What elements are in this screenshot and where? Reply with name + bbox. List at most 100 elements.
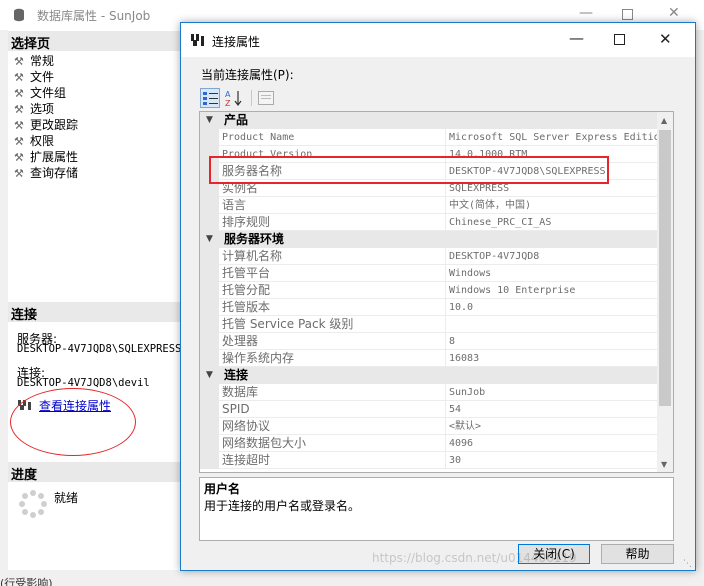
property-row[interactable]: 托管平台 Windows: [200, 265, 658, 282]
sort-az-icon: A Z: [225, 90, 242, 107]
scroll-up-arrow-icon[interactable]: ▲: [661, 116, 667, 125]
property-name: 排序规则: [222, 214, 446, 231]
property-row[interactable]: 语言 中文(简体，中国): [200, 197, 658, 214]
category-row[interactable]: ▼ 连接: [200, 367, 658, 384]
property-row[interactable]: 连接超时 30: [200, 452, 658, 469]
row-gutter: [200, 435, 219, 452]
property-row[interactable]: 排序规则 Chinese_PRC_CI_AS: [200, 214, 658, 231]
collapse-icon[interactable]: ▼: [206, 112, 213, 129]
property-row[interactable]: 网络数据包大小 4096: [200, 435, 658, 452]
property-row[interactable]: 托管 Service Pack 级别: [200, 316, 658, 333]
result-fragment: (行受影响): [0, 577, 53, 586]
dialog-close-button[interactable]: ✕: [659, 30, 672, 48]
progress-header: 进度: [8, 462, 183, 483]
property-value: DESKTOP-4V7JQD8: [449, 251, 540, 262]
property-value: 8: [449, 336, 456, 347]
property-name: 操作系统内存: [222, 350, 446, 367]
alphabetical-button[interactable]: A Z: [224, 88, 244, 108]
property-value: Windows 10 Enterprise: [449, 285, 576, 296]
scroll-down-arrow-icon[interactable]: ▼: [661, 460, 667, 469]
connection-properties-dialog: 连接属性 — ✕ 当前连接属性(P): A Z ▼ 产品 Product Name M…: [180, 22, 696, 571]
property-grid-scrollbar[interactable]: ▲ ▼: [657, 112, 673, 472]
property-value: 54: [449, 404, 462, 415]
annotation-rectangle: [209, 156, 609, 184]
dialog-minimize-button[interactable]: —: [569, 29, 584, 47]
property-row[interactable]: 处理器 8: [200, 333, 658, 350]
row-gutter: [200, 248, 219, 265]
property-row[interactable]: SPID 54: [200, 401, 658, 418]
help-button[interactable]: 帮助: [601, 544, 674, 564]
property-value: <默认>: [449, 421, 482, 432]
row-gutter: [200, 214, 219, 231]
help-title: 用户名: [204, 482, 241, 496]
property-name: 托管版本: [222, 299, 446, 316]
page-item[interactable]: ⚒ 查询存储: [14, 165, 78, 181]
page-item[interactable]: ⚒ 更改跟踪: [14, 117, 78, 133]
property-name: 托管平台: [222, 265, 446, 282]
connection-value: DESKTOP-4V7JQD8\devil: [17, 377, 150, 389]
page-item-label: 常规: [30, 54, 55, 68]
property-row[interactable]: 数据库 SunJob: [200, 384, 658, 401]
page-item[interactable]: ⚒ 权限: [14, 133, 54, 149]
connection-header: 连接: [8, 302, 183, 323]
wrench-icon: ⚒: [14, 87, 24, 100]
dialog-titlebar: 连接属性 — ✕: [181, 23, 695, 57]
collapse-icon[interactable]: ▼: [206, 231, 213, 248]
scrollbar-thumb[interactable]: [659, 130, 671, 406]
property-name: 语言: [222, 197, 446, 214]
wrench-icon: ⚒: [14, 71, 24, 84]
page-item-label: 扩展属性: [30, 150, 79, 164]
property-name: 网络数据包大小: [222, 435, 446, 452]
dialog-maximize-button[interactable]: [614, 34, 625, 45]
wrench-icon: ⚒: [14, 167, 24, 180]
property-value: 10.0: [449, 302, 474, 313]
wrench-icon: ⚒: [14, 119, 24, 132]
page-item[interactable]: ⚒ 文件组: [14, 85, 66, 101]
category-row[interactable]: ▼ 服务器环境: [200, 231, 658, 248]
bg-maximize-button[interactable]: [622, 9, 633, 20]
row-gutter: [200, 401, 219, 418]
property-name: 数据库: [222, 384, 446, 401]
categorized-button[interactable]: [200, 88, 220, 108]
property-row[interactable]: Product Name Microsoft SQL Server Express…: [200, 129, 658, 146]
wrench-icon: ⚒: [14, 55, 24, 68]
dialog-title: 连接属性: [212, 35, 261, 49]
page-item-label: 文件组: [30, 86, 67, 100]
bg-close-button[interactable]: ✕: [668, 5, 680, 21]
property-name: 连接超时: [222, 452, 446, 469]
collapse-icon[interactable]: ▼: [206, 367, 213, 384]
property-row[interactable]: 托管分配 Windows 10 Enterprise: [200, 282, 658, 299]
wrench-icon: ⚒: [14, 151, 24, 164]
resize-grip-icon[interactable]: ⋱: [683, 559, 693, 569]
property-name: 网络协议: [222, 418, 446, 435]
page-item[interactable]: ⚒ 文件: [14, 69, 54, 85]
property-value: 16083: [449, 353, 480, 364]
property-value: 中文(简体，中国): [449, 200, 532, 211]
property-row[interactable]: 操作系统内存 16083: [200, 350, 658, 367]
row-gutter: [200, 418, 219, 435]
current-properties-label: 当前连接属性(P):: [201, 68, 294, 82]
wrench-icon: ⚒: [14, 103, 24, 116]
category-name: 连接: [224, 368, 249, 382]
row-gutter: [200, 299, 219, 316]
bg-minimize-button[interactable]: —: [579, 5, 593, 21]
property-value: Microsoft SQL Server Express Edition (: [449, 132, 658, 143]
property-row[interactable]: 计算机名称 DESKTOP-4V7JQD8: [200, 248, 658, 265]
category-row[interactable]: ▼ 产品: [200, 112, 658, 129]
row-gutter: [200, 282, 219, 299]
page-item[interactable]: ⚒ 选项: [14, 101, 54, 117]
row-gutter: [200, 452, 219, 469]
toolbar-separator: [251, 90, 252, 106]
page-item[interactable]: ⚒ 常规: [14, 53, 54, 69]
property-row[interactable]: 托管版本 10.0: [200, 299, 658, 316]
row-gutter: [200, 129, 219, 146]
watermark: https://blog.csdn.net/u014406119: [372, 551, 577, 565]
property-pages-icon: [258, 91, 274, 105]
page-item-label: 权限: [30, 134, 55, 148]
property-row[interactable]: 网络协议 <默认>: [200, 418, 658, 435]
row-gutter: [200, 316, 219, 333]
property-pages-button[interactable]: [256, 88, 276, 108]
page-item[interactable]: ⚒ 扩展属性: [14, 149, 78, 165]
property-value: Chinese_PRC_CI_AS: [449, 217, 552, 228]
page-item-label: 文件: [30, 70, 55, 84]
